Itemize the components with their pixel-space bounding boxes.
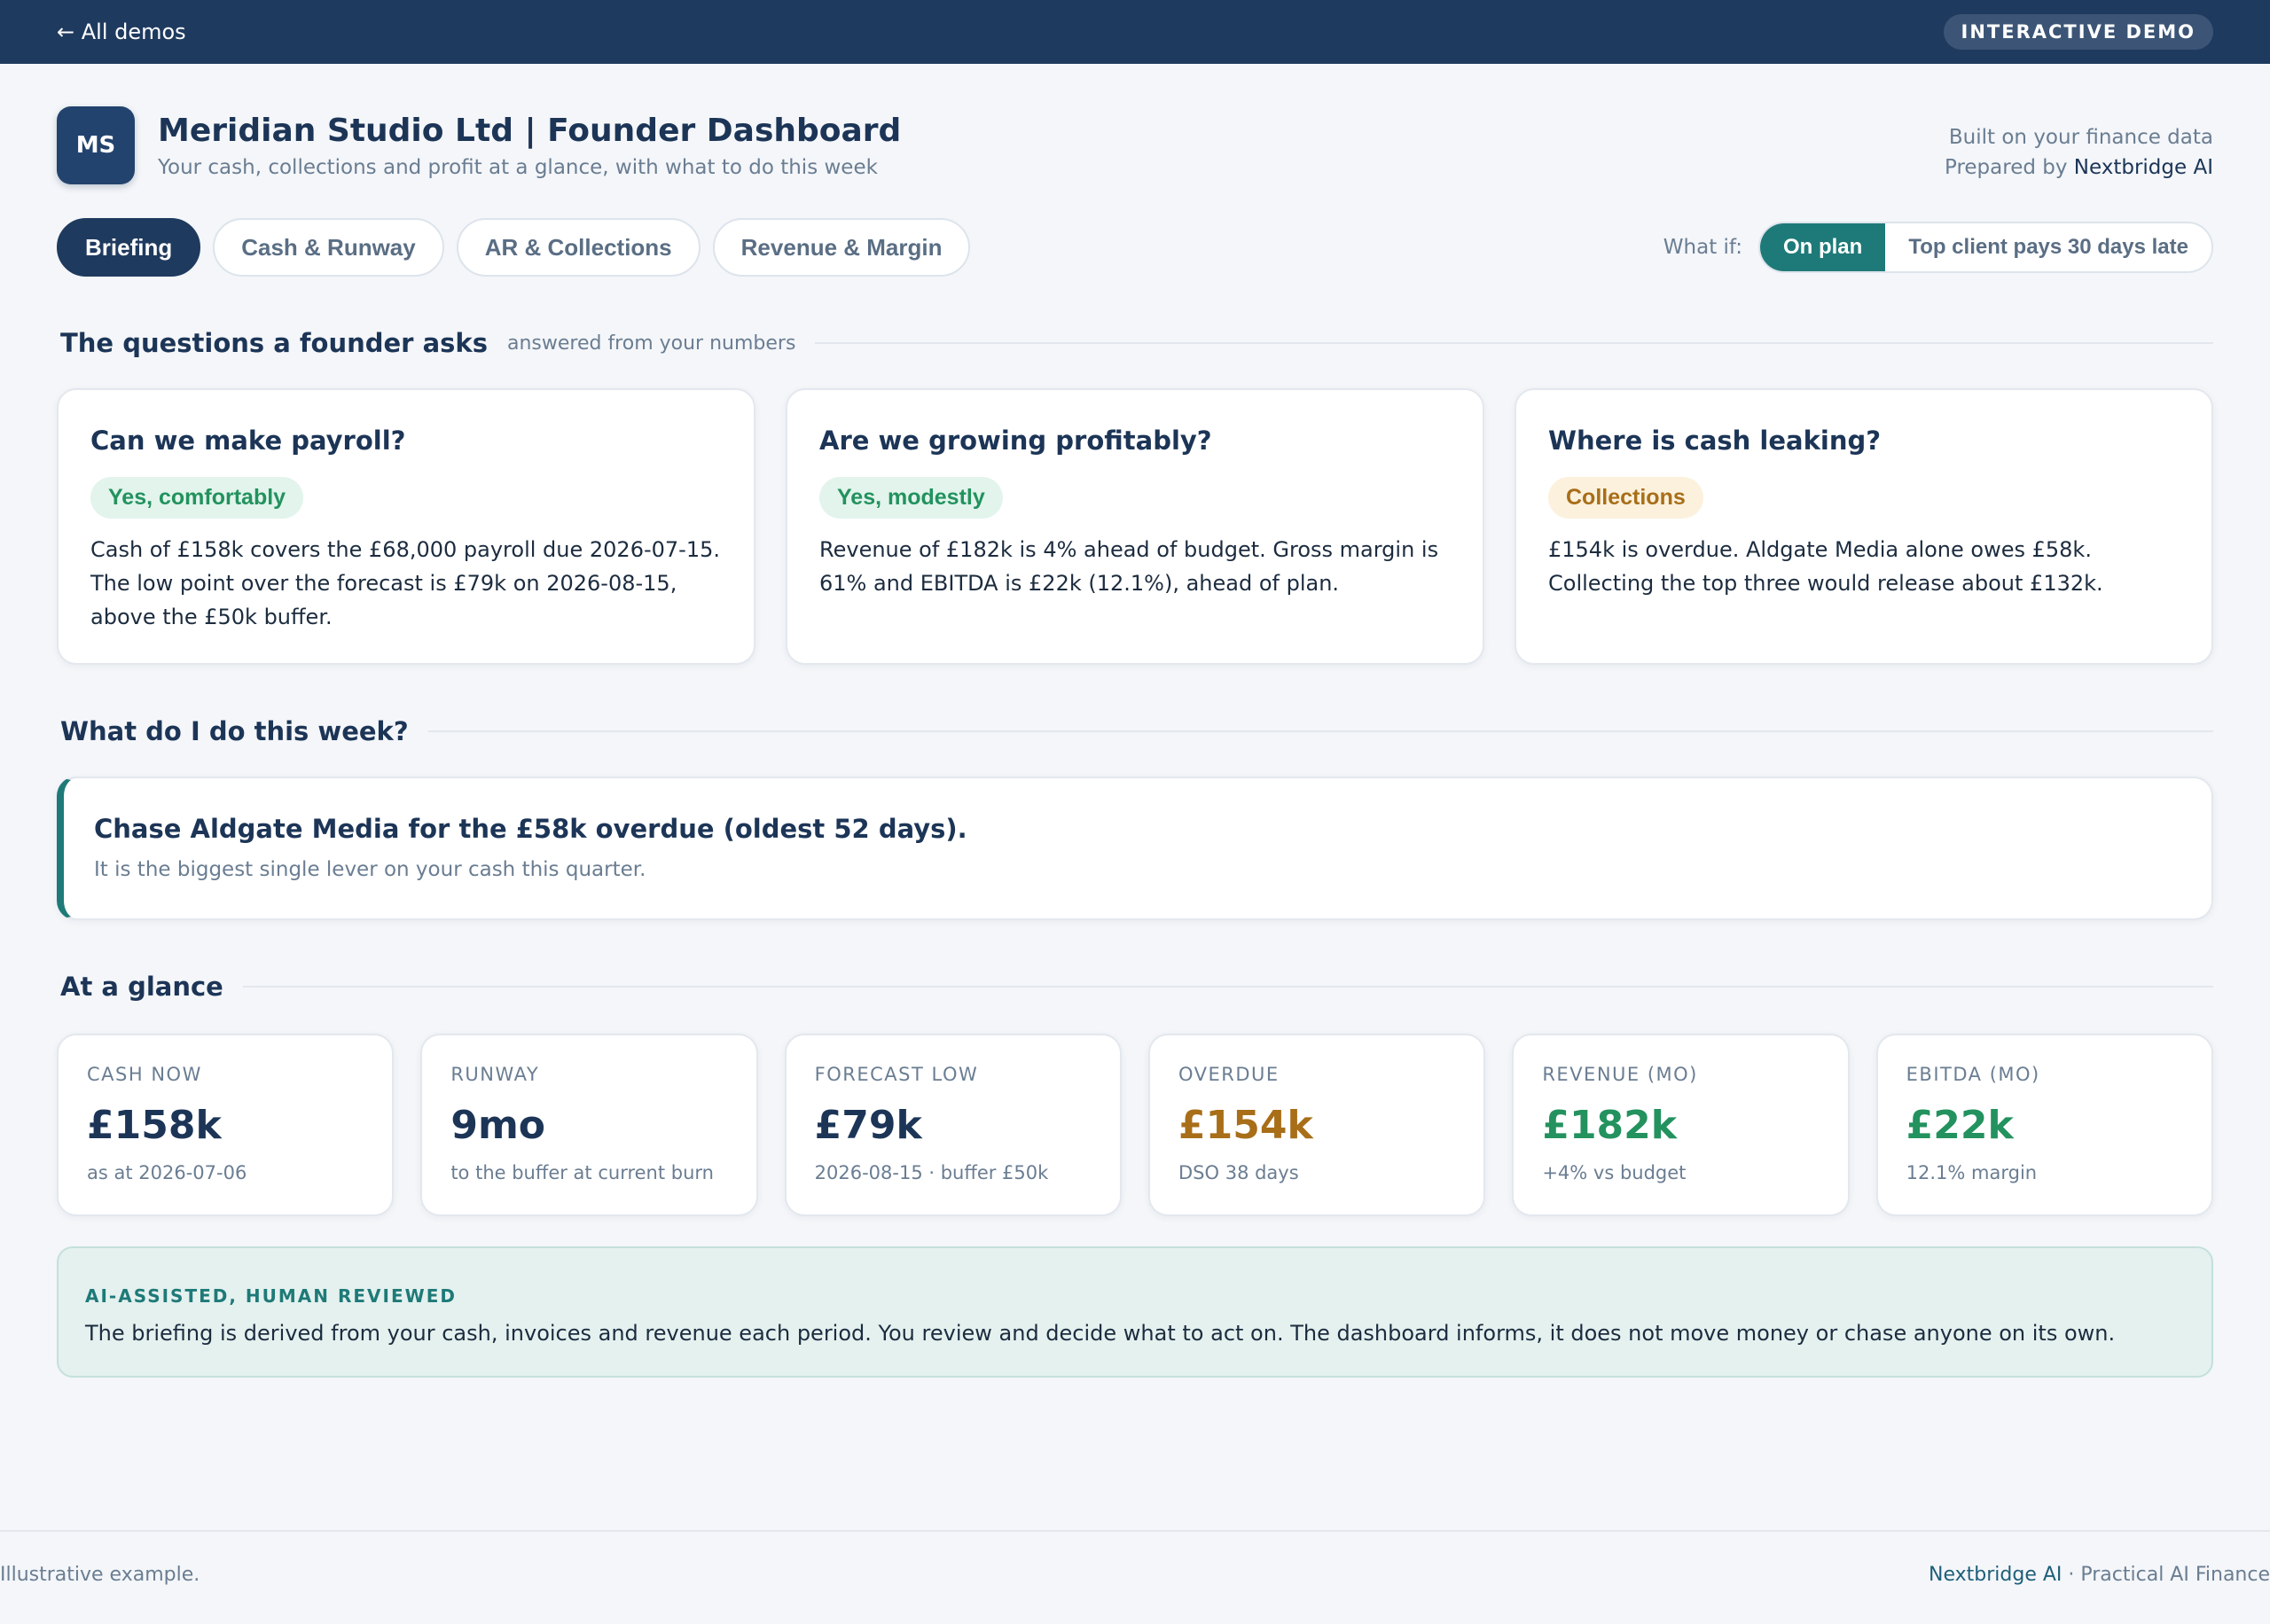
kpi-card-cash-now: CASH NOW £158k as at 2026-07-06 — [57, 1034, 395, 1216]
kpi-label: REVENUE (MO) — [1542, 1064, 1698, 1085]
kpi-label: RUNWAY — [450, 1064, 540, 1085]
kpi-card-runway: RUNWAY 9mo to the buffer at current burn — [420, 1034, 758, 1216]
question-answer: £154k is overdue. Aldgate Media alone ow… — [1548, 537, 2103, 596]
page-content: MS Meridian Studio Ltd | Founder Dashboa… — [0, 106, 2270, 1378]
kpi-label: EBITDA (MO) — [1906, 1064, 2040, 1085]
prepared-by-prefix: Prepared by — [1944, 156, 2068, 179]
kpi-caption: 12.1% margin — [1906, 1162, 2038, 1183]
tab-cash-runway[interactable]: Cash & Runway — [213, 218, 444, 277]
top-bar: ← All demos INTERACTIVE DEMO — [0, 0, 2270, 64]
notice-body: The briefing is derived from your cash, … — [85, 1321, 2116, 1346]
page-title: Meridian Studio Ltd | Founder Dashboard — [158, 112, 902, 149]
kpi-value: £154k — [1178, 1103, 1313, 1148]
kpi-cards: CASH NOW £158k as at 2026-07-06 RUNWAY 9… — [57, 1034, 2213, 1216]
tab-briefing[interactable]: Briefing — [57, 218, 201, 277]
kpi-value: £79k — [814, 1103, 922, 1148]
kpi-label: FORECAST LOW — [814, 1064, 979, 1085]
section-divider — [242, 986, 2213, 988]
kpi-value: £182k — [1542, 1103, 1678, 1148]
company-logo: MS — [57, 106, 135, 184]
nav-row: Briefing Cash & Runway AR & Collections … — [57, 218, 2213, 277]
section-divider — [815, 342, 2213, 344]
action-section-header: What do I do this week? — [57, 716, 2213, 746]
question-card-cash-leak: Where is cash leaking? Collections £154k… — [1515, 388, 2213, 665]
question-title: Where is cash leaking? — [1548, 426, 1882, 456]
kpi-caption: +4% vs budget — [1542, 1162, 1687, 1183]
question-card-payroll: Can we make payroll? Yes, comfortably Ca… — [57, 388, 755, 665]
prepared-by: Prepared by Nextbridge AI — [1945, 156, 2213, 179]
question-title: Can we make payroll? — [90, 426, 406, 456]
answer-badge: Yes, modestly — [819, 477, 1003, 519]
glance-section-header: At a glance — [57, 972, 2213, 1002]
prepared-by-company: Nextbridge AI — [2073, 156, 2213, 179]
question-cards: Can we make payroll? Yes, comfortably Ca… — [57, 388, 2213, 665]
page-subtitle: Your cash, collections and profit at a g… — [158, 155, 878, 179]
header-meta: Built on your finance data Prepared by N… — [1945, 126, 2213, 179]
page-footer: Illustrative example. Nextbridge AI · Pr… — [0, 1530, 2270, 1586]
kpi-value: £22k — [1906, 1103, 2014, 1148]
kpi-card-overdue: OVERDUE £154k DSO 38 days — [1148, 1034, 1486, 1216]
footer-disclaimer: Illustrative example. — [0, 1564, 200, 1586]
kpi-caption: DSO 38 days — [1178, 1162, 1299, 1183]
notice-title: AI-ASSISTED, HUMAN REVIEWED — [85, 1285, 457, 1307]
questions-section-header: The questions a founder asks answered fr… — [57, 328, 2213, 358]
footer-brand-link[interactable]: Nextbridge AI — [1929, 1564, 2062, 1586]
question-answer: Revenue of £182k is 4% ahead of budget. … — [819, 537, 1439, 596]
kpi-caption: to the buffer at current burn — [450, 1162, 714, 1183]
scenario-on-plan-button[interactable]: On plan — [1759, 223, 1886, 271]
question-answer: Cash of £158k covers the £68,000 payroll… — [90, 537, 720, 629]
questions-section-title: The questions a founder asks — [60, 328, 488, 358]
kpi-card-revenue: REVENUE (MO) £182k +4% vs budget — [1512, 1034, 1850, 1216]
action-title: Chase Aldgate Media for the £58k overdue… — [94, 814, 967, 844]
scenario-toggle: On plan Top client pays 30 days late — [1757, 222, 2213, 273]
kpi-label: CASH NOW — [87, 1064, 202, 1085]
interactive-demo-badge: INTERACTIVE DEMO — [1943, 14, 2213, 50]
question-title: Are we growing profitably? — [819, 426, 1212, 456]
kpi-card-forecast-low: FORECAST LOW £79k 2026-08-15 · buffer £5… — [784, 1034, 1122, 1216]
answer-badge: Yes, comfortably — [90, 477, 304, 519]
kpi-card-ebitda: EBITDA (MO) £22k 12.1% margin — [1875, 1034, 2213, 1216]
all-demos-link[interactable]: ← All demos — [57, 20, 186, 44]
tab-ar-collections[interactable]: AR & Collections — [456, 218, 701, 277]
page-header: MS Meridian Studio Ltd | Founder Dashboa… — [57, 106, 2213, 184]
kpi-value: £158k — [87, 1103, 222, 1148]
kpi-value: 9mo — [450, 1103, 546, 1148]
ai-review-notice: AI-ASSISTED, HUMAN REVIEWED The briefing… — [57, 1246, 2213, 1378]
weekly-action-card: Chase Aldgate Media for the £58k overdue… — [57, 777, 2213, 920]
scenario-client-late-button[interactable]: Top client pays 30 days late — [1885, 223, 2211, 271]
footer-credit: Nextbridge AI · Practical AI Finance — [1929, 1564, 2270, 1586]
kpi-caption: 2026-08-15 · buffer £50k — [814, 1162, 1049, 1183]
question-card-growth: Are we growing profitably? Yes, modestly… — [786, 388, 1484, 665]
tab-bar: Briefing Cash & Runway AR & Collections … — [57, 218, 971, 277]
section-divider — [427, 730, 2213, 732]
what-if-control: What if: On plan Top client pays 30 days… — [1663, 222, 2213, 273]
kpi-label: OVERDUE — [1178, 1064, 1280, 1085]
action-section-title: What do I do this week? — [60, 716, 409, 746]
kpi-caption: as at 2026-07-06 — [87, 1162, 247, 1183]
what-if-label: What if: — [1663, 236, 1742, 259]
questions-section-note: answered from your numbers — [506, 332, 796, 355]
footer-tagline: · Practical AI Finance — [2068, 1564, 2270, 1586]
action-subtitle: It is the biggest single lever on your c… — [94, 858, 646, 881]
glance-section-title: At a glance — [60, 972, 223, 1002]
answer-badge: Collections — [1548, 477, 1703, 519]
built-on-text: Built on your finance data — [1948, 126, 2213, 149]
brand: MS Meridian Studio Ltd | Founder Dashboa… — [57, 106, 901, 184]
tab-revenue-margin[interactable]: Revenue & Margin — [712, 218, 971, 277]
